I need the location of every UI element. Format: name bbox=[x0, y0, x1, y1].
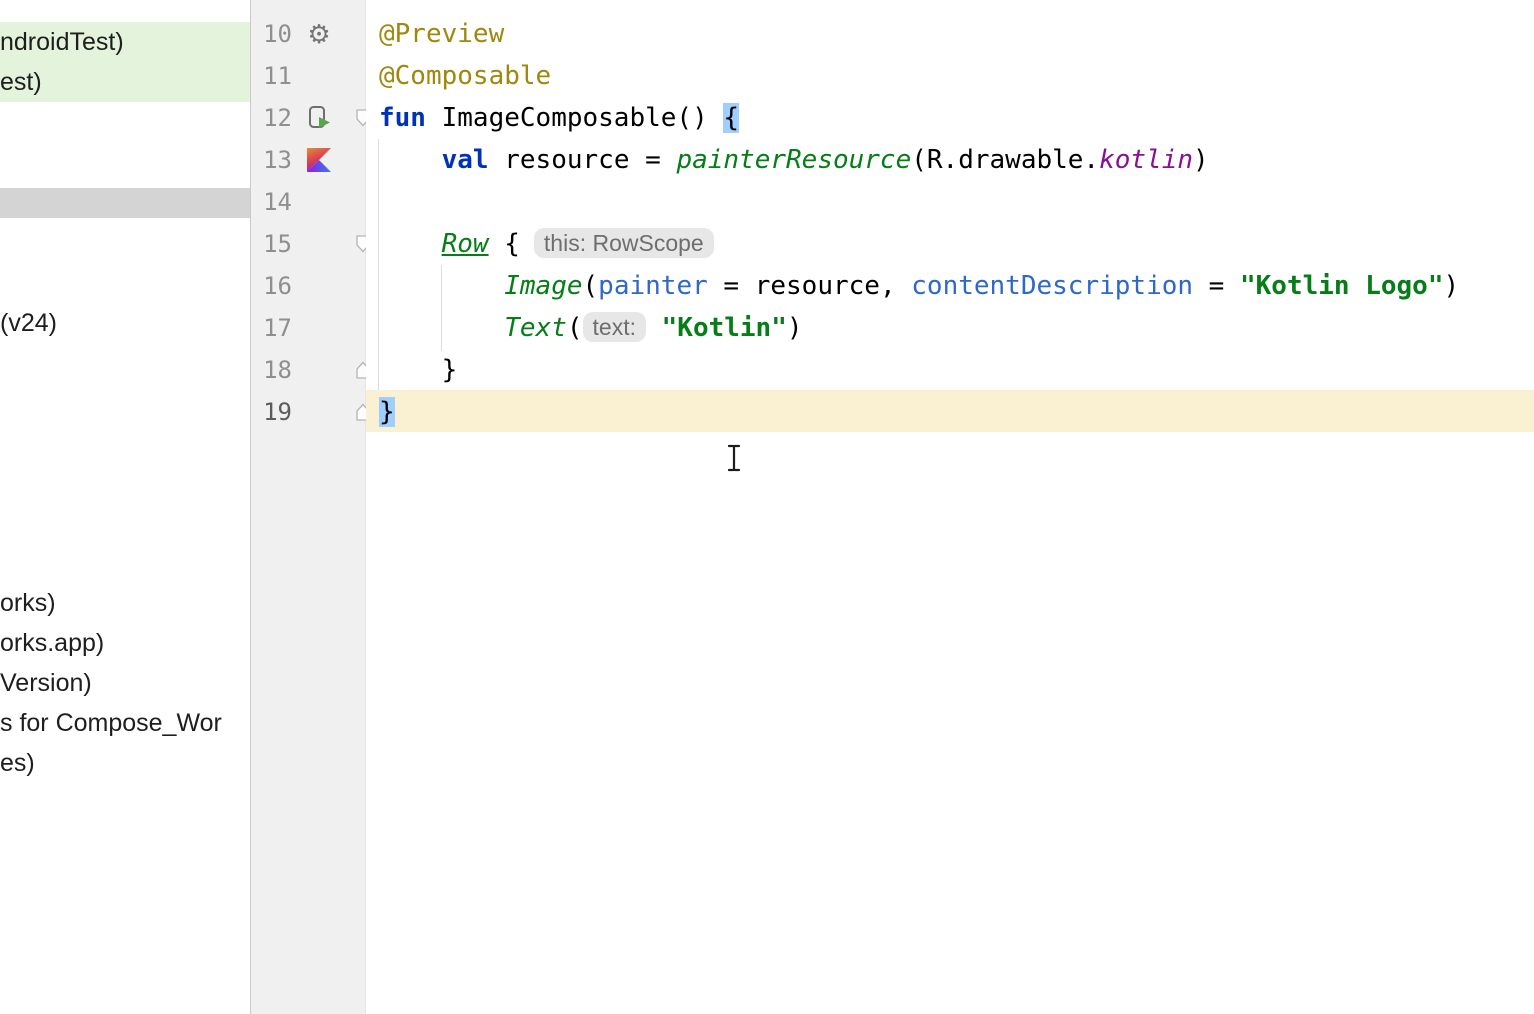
code-token: } bbox=[379, 397, 395, 427]
code-token: Row bbox=[442, 229, 489, 259]
code-token: fun bbox=[379, 103, 442, 133]
line-number: 15 bbox=[251, 223, 292, 265]
code-line[interactable]: @Preview bbox=[366, 13, 1534, 55]
gutter-line: 16 bbox=[251, 265, 365, 307]
gutter-line: 18 bbox=[251, 349, 365, 391]
code-token: resource bbox=[755, 271, 880, 301]
kotlin-file-icon[interactable] bbox=[303, 139, 335, 181]
gutter-line: 13 bbox=[251, 139, 365, 181]
project-tree-panel: ndroidTest)est) (v24) orks)orks.app)Versio… bbox=[0, 0, 251, 1014]
code-token: kotlin bbox=[1099, 145, 1193, 175]
code-token: ) bbox=[1444, 271, 1460, 301]
code-line[interactable] bbox=[366, 181, 1534, 223]
tree-item[interactable]: Version) bbox=[0, 663, 250, 703]
code-token: "Kotlin Logo" bbox=[1240, 271, 1444, 301]
code-token: , bbox=[880, 271, 911, 301]
code-line[interactable]: Image(painter = resource, contentDescrip… bbox=[366, 265, 1534, 307]
code-line[interactable]: Row { this: RowScope bbox=[366, 223, 1534, 265]
line-number: 14 bbox=[251, 181, 292, 223]
code-line[interactable]: val resource = painterResource(R.drawabl… bbox=[366, 139, 1534, 181]
editor-gutter: 10 ⚙ 111213141516171819 bbox=[251, 0, 366, 1014]
gutter-line: 14 bbox=[251, 181, 365, 223]
code-token: "Kotlin" bbox=[662, 313, 787, 343]
code-token: Text bbox=[504, 313, 567, 343]
tree-item[interactable]: orks.app) bbox=[0, 623, 250, 663]
code-token: ( bbox=[583, 271, 599, 301]
code-token bbox=[379, 313, 504, 343]
tree-item[interactable]: (v24) bbox=[0, 303, 250, 343]
code-token bbox=[379, 145, 442, 175]
tree-item[interactable]: s for Compose_Wor bbox=[0, 703, 250, 743]
code-line[interactable]: fun ImageComposable() { bbox=[366, 97, 1534, 139]
code-line[interactable]: Text(text: "Kotlin") bbox=[366, 307, 1534, 349]
code-token bbox=[379, 271, 504, 301]
code-token: painterResource bbox=[676, 145, 911, 175]
code-token bbox=[379, 229, 442, 259]
line-number: 17 bbox=[251, 307, 292, 349]
code-token: Image bbox=[504, 271, 582, 301]
code-token: { bbox=[723, 103, 739, 133]
code-token: val bbox=[442, 145, 489, 175]
code-line[interactable]: @Composable bbox=[366, 55, 1534, 97]
line-number: 13 bbox=[251, 139, 292, 181]
gear-icon[interactable]: ⚙ bbox=[303, 13, 335, 55]
code-token: (R.drawable. bbox=[911, 145, 1099, 175]
gutter-line: 11 bbox=[251, 55, 365, 97]
code-token: painter bbox=[598, 271, 708, 301]
tree-item[interactable]: orks) bbox=[0, 583, 250, 623]
code-token: ImageComposable() bbox=[442, 103, 724, 133]
gutter-line: 15 bbox=[251, 223, 365, 265]
code-token: = bbox=[708, 271, 755, 301]
code-token: @Composable bbox=[379, 61, 551, 91]
gutter-line: 17 bbox=[251, 307, 365, 349]
code-token: contentDescription bbox=[911, 271, 1193, 301]
line-number: 19 bbox=[251, 391, 292, 433]
line-number: 12 bbox=[251, 97, 292, 139]
code-token: resource = bbox=[489, 145, 677, 175]
code-token: { bbox=[489, 229, 520, 259]
inlay-hint: text: bbox=[583, 312, 646, 342]
code-token: ) bbox=[1193, 145, 1209, 175]
gutter-line: 19 bbox=[251, 391, 365, 433]
tree-selected-row-highlight[interactable] bbox=[0, 188, 250, 218]
code-token: @Preview bbox=[379, 19, 504, 49]
tree-item[interactable]: es) bbox=[0, 743, 250, 783]
tree-item[interactable]: ndroidTest) bbox=[0, 22, 250, 62]
inlay-hint: this: RowScope bbox=[534, 228, 714, 258]
code-token bbox=[646, 313, 662, 343]
line-number: 11 bbox=[251, 55, 292, 97]
tree-item[interactable]: est) bbox=[0, 62, 250, 102]
line-number: 10 bbox=[251, 13, 292, 55]
run-preview-icon[interactable] bbox=[303, 97, 335, 139]
code-token: = bbox=[1193, 271, 1240, 301]
gutter-line: 10 ⚙ bbox=[251, 13, 365, 55]
code-token: ( bbox=[567, 313, 583, 343]
code-editor-area[interactable]: @Preview @Composable fun ImageComposable()… bbox=[366, 0, 1534, 1014]
line-number: 18 bbox=[251, 349, 292, 391]
code-line[interactable]: } bbox=[366, 349, 1534, 391]
line-number: 16 bbox=[251, 265, 292, 307]
code-token: } bbox=[379, 355, 457, 385]
code-line[interactable]: } bbox=[366, 391, 1534, 433]
code-token: ) bbox=[787, 313, 803, 343]
gutter-line: 12 bbox=[251, 97, 365, 139]
ibeam-cursor-icon bbox=[725, 443, 743, 473]
